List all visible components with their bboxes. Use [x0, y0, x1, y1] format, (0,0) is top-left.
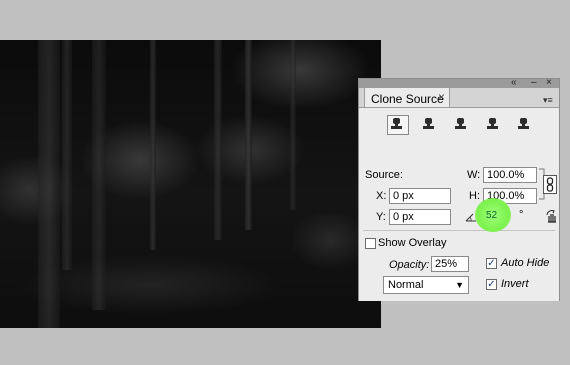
x-offset-label: X: [376, 190, 387, 202]
tab-clone-source[interactable]: Clone Source × [364, 87, 450, 108]
degree-symbol: ° [519, 209, 524, 221]
blend-mode-dropdown[interactable]: Normal ▼ [383, 276, 469, 294]
clone-source-1-button[interactable] [387, 115, 409, 135]
tree-trunk-graphic [214, 40, 222, 240]
auto-hide-checkbox[interactable]: ✓ [486, 258, 497, 269]
clone-source-icon [391, 118, 405, 132]
show-overlay-label: Show Overlay [378, 237, 447, 249]
close-icon[interactable]: × [546, 77, 552, 89]
tree-trunk-graphic [92, 40, 106, 310]
y-offset-label: Y: [376, 211, 386, 223]
clone-source-icon [487, 118, 501, 132]
tree-trunk-graphic [150, 40, 156, 250]
clone-source-4-button[interactable] [483, 115, 505, 135]
tree-trunk-graphic [245, 40, 252, 230]
section-divider [363, 230, 555, 231]
panel-menu-icon[interactable]: ▾≡ [543, 95, 553, 106]
height-label: H: [469, 190, 480, 202]
clone-source-icon [455, 118, 469, 132]
tree-trunk-graphic [290, 40, 296, 210]
rotation-field[interactable]: 52 [486, 210, 497, 221]
clone-source-2-button[interactable] [419, 115, 441, 135]
clone-source-5-button[interactable] [514, 115, 536, 135]
clone-source-3-button[interactable] [451, 115, 473, 135]
width-scale-field[interactable]: 100.0% [483, 167, 537, 183]
clone-source-icon [423, 118, 437, 132]
x-offset-field[interactable]: 0 px [389, 188, 451, 204]
clone-source-icon [518, 118, 532, 132]
minimize-icon[interactable]: – [531, 77, 537, 89]
chevron-down-icon: ▼ [455, 280, 464, 290]
opacity-field[interactable]: 25% [431, 256, 469, 272]
tree-trunk-graphic [38, 40, 60, 328]
invert-label: Invert [501, 278, 529, 290]
y-offset-field[interactable]: 0 px [389, 209, 451, 225]
tab-label: Clone Source [371, 92, 444, 106]
clone-source-panel: « – × Clone Source × ▾≡ Source: X: 0 px … [358, 77, 560, 301]
maintain-aspect-ratio-button[interactable] [543, 175, 557, 194]
show-overlay-checkbox[interactable] [365, 238, 376, 249]
reset-transform-icon[interactable] [545, 210, 559, 224]
opacity-label: Opacity: [389, 259, 430, 271]
auto-hide-label: Auto Hide [501, 257, 550, 269]
collapse-icon[interactable]: « [511, 77, 517, 89]
tab-close-icon[interactable]: × [438, 90, 445, 104]
invert-checkbox[interactable]: ✓ [486, 279, 497, 290]
source-label: Source: [365, 169, 403, 181]
chain-link-icon [546, 177, 554, 192]
blend-mode-value: Normal [388, 279, 424, 291]
document-canvas-image[interactable] [0, 40, 381, 328]
tree-trunk-graphic [62, 40, 72, 270]
width-label: W: [467, 169, 481, 181]
panel-body: Source: X: 0 px Y: 0 px W: 100.0% H: 100… [359, 108, 559, 301]
